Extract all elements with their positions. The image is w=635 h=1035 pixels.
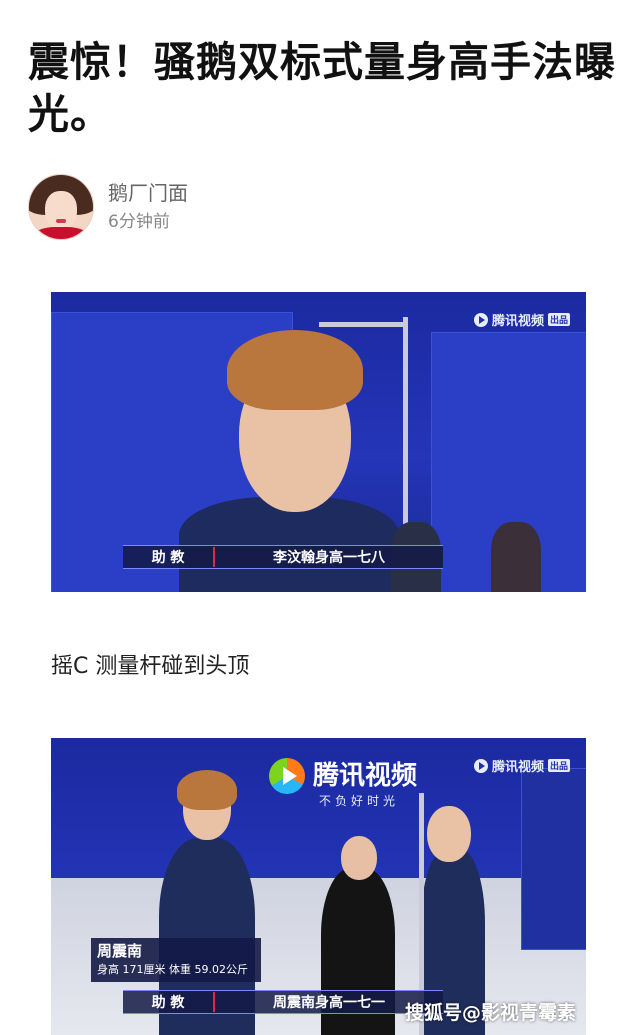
tencent-video-logo-icon: [269, 758, 305, 794]
height-measure-arm: [319, 322, 407, 327]
person-hair: [227, 330, 363, 410]
caption-bar: 助 教 周震南身高一七一: [123, 990, 443, 1014]
avatar[interactable]: [28, 174, 94, 240]
article-paragraph: 摇C 测量杆碰到头顶: [51, 654, 250, 679]
sohu-watermark: 搜狐号@影视青霉素: [404, 1002, 576, 1024]
author-block[interactable]: 鹅厂门面 6分钟前: [28, 174, 188, 240]
brand-slogan: 不负好时光: [319, 794, 400, 808]
article-image-1[interactable]: 腾讯视频 出品 助 教 李汶翰身高一七八: [51, 292, 586, 592]
play-logo-icon: [473, 312, 488, 327]
person-hair: [177, 770, 237, 810]
article-title: 震惊！骚鹅双标式量身高手法曝光。: [28, 38, 616, 138]
tencent-video-watermark: 腾讯视频 出品: [473, 756, 570, 775]
post-time: 6分钟前: [108, 212, 170, 232]
person-face: [427, 806, 471, 862]
play-logo-icon: [473, 758, 488, 773]
article-image-2[interactable]: 腾讯视频 出品 腾讯视频 不负好时光 周震南 身高 171厘米 体重 59.02…: [51, 738, 586, 1035]
background-person: [491, 522, 541, 592]
caption-bar: 助 教 李汶翰身高一七八: [123, 545, 443, 569]
tencent-video-watermark: 腾讯视频 出品: [473, 310, 570, 329]
player-info-card: 周震南 身高 171厘米 体重 59.02公斤: [91, 938, 261, 982]
tencent-video-brand: 腾讯视频: [269, 758, 417, 794]
author-name[interactable]: 鹅厂门面: [108, 178, 188, 208]
person-face: [341, 836, 377, 880]
